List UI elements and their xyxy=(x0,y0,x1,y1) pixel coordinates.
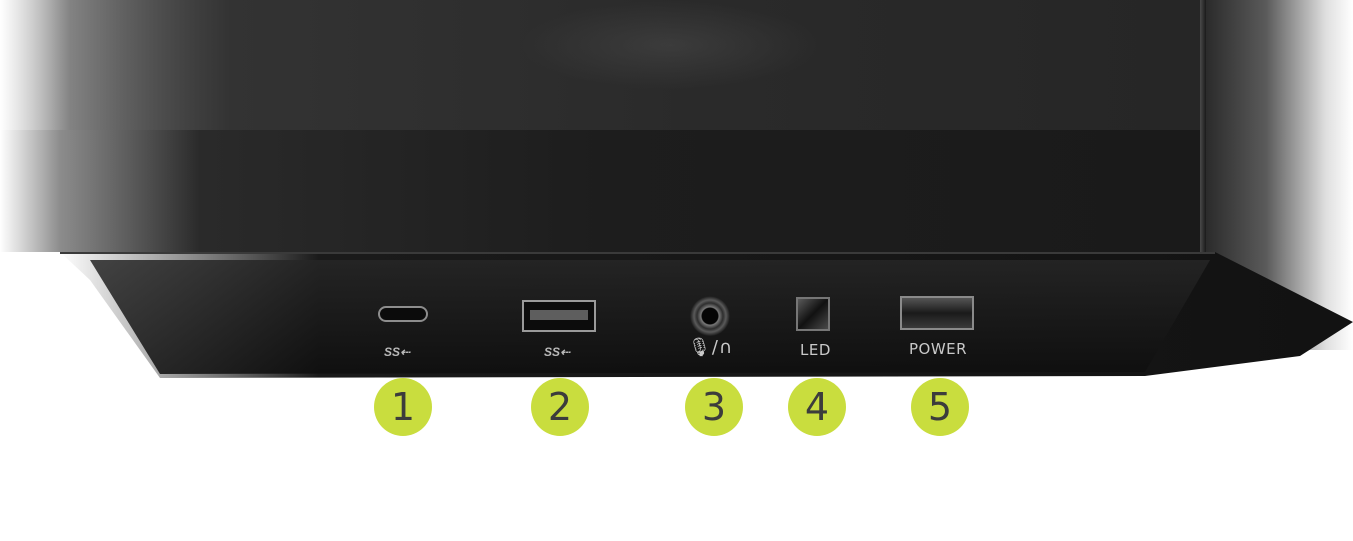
pc-case-front-panel: SS⇠ SS⇠ 🎙/∩ LED POWER 1 2 3 4 5 xyxy=(0,0,1353,541)
badge-2: 2 xyxy=(531,378,589,436)
usb-a-superspeed-logo: SS⇠ xyxy=(544,345,571,359)
badge-4: 4 xyxy=(788,378,846,436)
badge-3: 3 xyxy=(685,378,743,436)
power-button-icon[interactable] xyxy=(900,296,974,330)
usb-c-superspeed-logo: SS⇠ xyxy=(384,345,411,359)
badge-5: 5 xyxy=(911,378,969,436)
power-label: POWER xyxy=(909,340,968,358)
led-label: LED xyxy=(800,341,831,359)
usb-a-port-icon xyxy=(522,300,596,332)
led-button-icon[interactable] xyxy=(796,297,830,331)
usb-c-port-icon xyxy=(378,306,428,322)
combo-audio-jack-icon xyxy=(690,296,730,336)
fan-reflection xyxy=(520,0,820,90)
badge-1: 1 xyxy=(374,378,432,436)
audio-jack-label: 🎙/∩ xyxy=(688,337,734,358)
front-io-bezel xyxy=(60,252,1353,378)
